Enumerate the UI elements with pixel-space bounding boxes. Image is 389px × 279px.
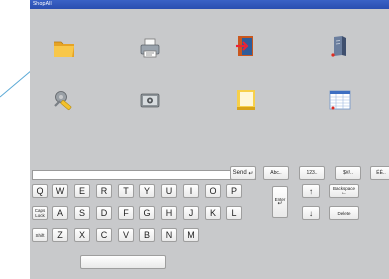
key-label: Z [57,230,63,240]
key-label: D [100,208,108,218]
send-label: Send [232,170,247,176]
abc-mode-label: Abc.. [270,170,282,176]
tools-icon[interactable] [52,88,76,112]
spacebar[interactable] [80,255,166,269]
key-label: V [122,230,129,240]
up-arrow-key[interactable]: ↑ [302,184,320,198]
up-arrow-icon: ↑ [309,186,313,196]
key-label: B [143,230,150,240]
key-n[interactable]: N [161,228,177,242]
key-w[interactable]: W [52,184,68,198]
key-r[interactable]: R [96,184,112,198]
key-label: O [209,186,217,196]
key-f[interactable]: F [118,206,134,220]
key-u[interactable]: U [161,184,177,198]
enter-arrow-icon: ↵ [277,201,283,207]
keyboard-text-input[interactable] [32,170,256,180]
key-l[interactable]: L [226,206,242,220]
key-label: F [123,208,129,218]
key-g[interactable]: G [139,206,155,220]
accents-mode-button[interactable]: ÉÈ.. [370,166,389,180]
key-label: N [165,230,173,240]
key-label: X [78,230,85,240]
key-k[interactable]: K [205,206,221,220]
key-label: S [78,208,85,218]
key-d[interactable]: D [96,206,112,220]
key-a[interactable]: A [52,206,68,220]
down-arrow-key[interactable]: ↓ [302,206,320,220]
shift-label: Shift [35,232,45,238]
backspace-key[interactable]: Backspace ← [329,184,359,198]
key-y[interactable]: Y [139,184,155,198]
key-e[interactable]: E [74,184,90,198]
abc-mode-button[interactable]: Abc.. [263,166,289,180]
printer-icon[interactable] [138,36,162,60]
key-i[interactable]: I [183,184,199,198]
key-c[interactable]: C [96,228,112,242]
key-q[interactable]: Q [32,184,48,198]
key-o[interactable]: O [205,184,221,198]
key-v[interactable]: V [118,228,134,242]
key-j[interactable]: J [183,206,199,220]
key-label: A [56,208,63,218]
app-window: ShopAll Send ↵ Abc.. 123.. $#/.. ÉÈ.. Q … [30,0,389,279]
backspace-arrow-icon: ← [341,190,347,196]
key-label: K [209,208,216,218]
key-label: Q [36,186,44,196]
shift-key[interactable]: Shift [32,228,48,242]
key-label: M [187,230,195,240]
key-label: I [189,186,193,196]
spreadsheet-icon[interactable] [328,88,352,112]
key-label: E [78,186,85,196]
key-x[interactable]: X [74,228,90,242]
caps-lock-label: Caps Lock [34,208,46,218]
key-p[interactable]: P [226,184,242,198]
key-b[interactable]: B [139,228,155,242]
key-label: T [123,186,129,196]
key-z[interactable]: Z [52,228,68,242]
delete-key[interactable]: Delete [329,206,359,220]
symbols-mode-button[interactable]: $#/.. [335,166,361,180]
key-m[interactable]: M [183,228,199,242]
key-label: R [100,186,108,196]
key-label: C [100,230,108,240]
key-label: H [165,208,173,218]
return-arrow-icon: ↵ [248,170,254,177]
symbols-mode-label: $#/.. [343,170,353,176]
key-s[interactable]: S [74,206,90,220]
down-arrow-icon: ↓ [309,208,313,218]
key-label: P [230,186,237,196]
key-label: G [143,208,151,218]
window-frame-icon[interactable] [234,88,258,112]
key-label: J [188,208,194,218]
accents-mode-label: ÉÈ.. [376,170,386,176]
delete-label: Delete [337,210,351,216]
key-label: W [55,186,65,196]
key-h[interactable]: H [161,206,177,220]
cash-register-icon[interactable] [138,88,162,112]
caps-lock-key[interactable]: Caps Lock [32,206,48,220]
key-label: Y [143,186,150,196]
server-icon[interactable] [328,34,352,58]
exit-door-icon[interactable] [234,34,258,58]
key-label: U [165,186,173,196]
key-label: L [231,208,237,218]
key-t[interactable]: T [118,184,134,198]
send-button[interactable]: Send ↵ [230,166,256,180]
enter-key[interactable]: Enter ↵ [272,186,288,218]
folder-icon[interactable] [52,36,76,60]
window-title: ShopAll [30,0,389,9]
numbers-mode-button[interactable]: 123.. [299,166,325,180]
numbers-mode-label: 123.. [306,170,318,176]
